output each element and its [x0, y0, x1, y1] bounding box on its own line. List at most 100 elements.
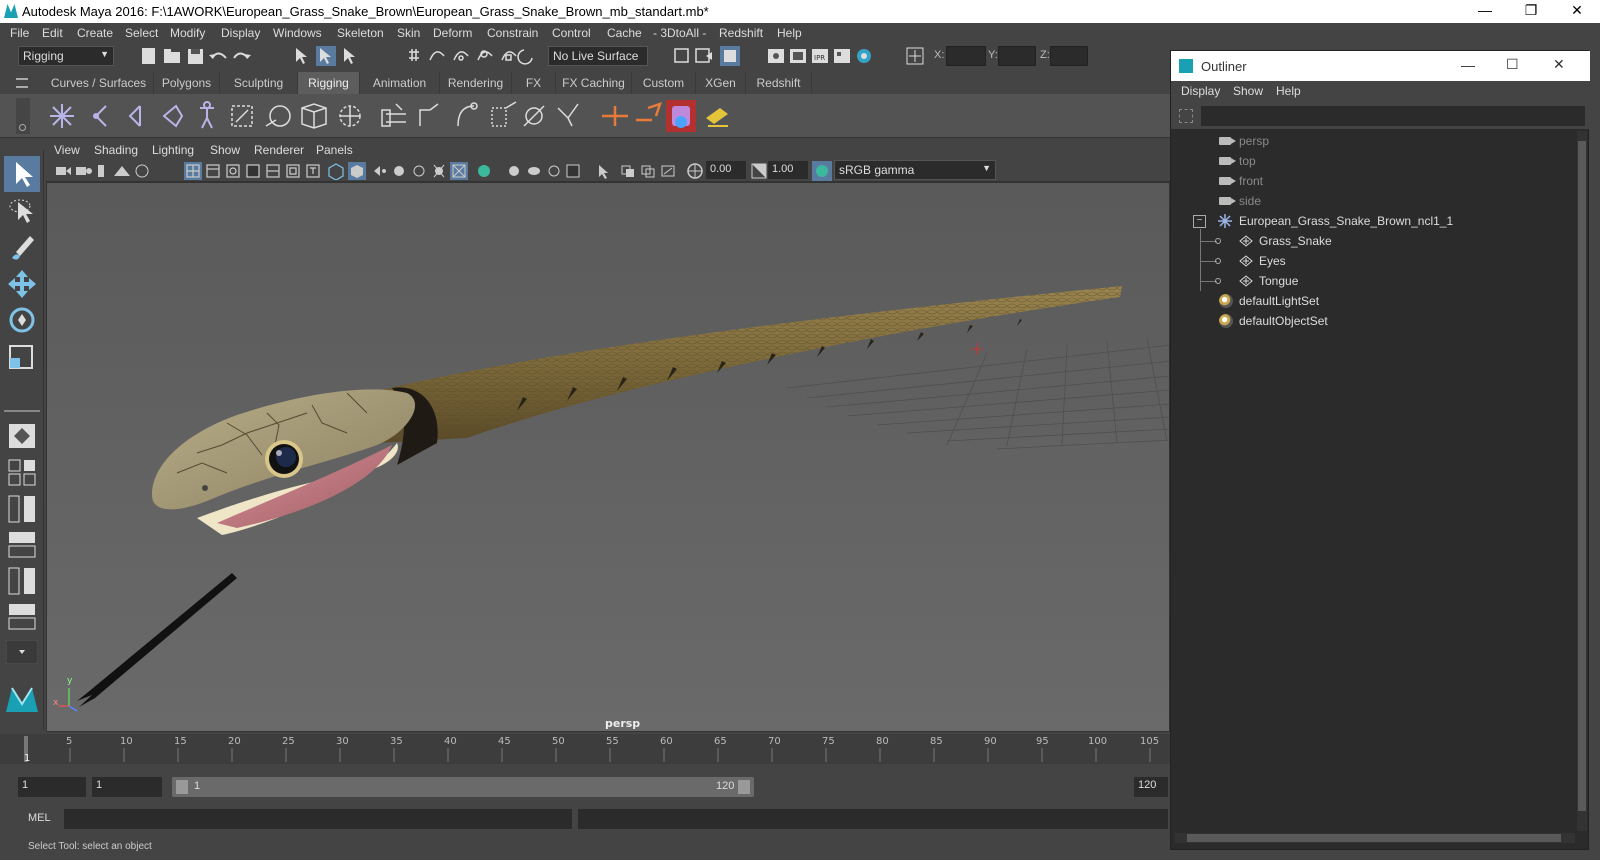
move-tool-icon[interactable]: [4, 268, 40, 300]
gamma-icon[interactable]: [750, 162, 768, 180]
menu-create[interactable]: Create: [77, 26, 113, 40]
outliner-menu-display[interactable]: Display: [1181, 84, 1220, 98]
menu-3dtoall[interactable]: - 3DtoAll -: [653, 26, 706, 40]
layout-persp-graph-icon[interactable]: [4, 528, 40, 560]
end-time-input[interactable]: 120: [1134, 777, 1168, 797]
rigging-tool-icons[interactable]: [44, 100, 784, 132]
range-end-handle[interactable]: [738, 780, 750, 794]
tab-fx[interactable]: FX: [512, 72, 556, 94]
range-start-handle[interactable]: [176, 780, 188, 794]
menu-file[interactable]: File: [10, 26, 29, 40]
render-icons[interactable]: IPR: [766, 46, 876, 66]
gamma-input[interactable]: 1.00: [768, 161, 808, 179]
collapse-icon[interactable]: −: [1193, 215, 1206, 228]
outliner-menu-show[interactable]: Show: [1233, 84, 1263, 98]
outliner-item-tongue[interactable]: Tongue: [1171, 271, 1571, 291]
panel-menu-show[interactable]: Show: [210, 143, 240, 157]
mel-command-input[interactable]: [64, 809, 572, 829]
outliner-vertical-scrollbar[interactable]: [1577, 131, 1587, 831]
horizontal-scroll-thumb[interactable]: [1187, 834, 1561, 842]
restore-button[interactable]: ❐: [1508, 2, 1554, 22]
menu-deform[interactable]: Deform: [433, 26, 472, 40]
minimize-button[interactable]: —: [1462, 2, 1508, 22]
menu-redshift[interactable]: Redshift: [719, 26, 763, 40]
outliner-item-grass-snake[interactable]: Grass_Snake: [1171, 231, 1571, 251]
outliner-close-button[interactable]: ✕: [1553, 56, 1565, 73]
panel-menu-lighting[interactable]: Lighting: [152, 143, 194, 157]
color-space-dropdown[interactable]: sRGB gamma ▼: [834, 160, 996, 180]
outliner-item-front[interactable]: front: [1171, 171, 1571, 191]
time-slider-ruler[interactable]: 5 10 15 20 25 30 35 40 45 50 55 60 65 70…: [0, 734, 1170, 764]
tab-custom[interactable]: Custom: [632, 72, 696, 94]
menu-cache[interactable]: Cache: [607, 26, 642, 40]
select-tool-icon[interactable]: [4, 156, 40, 192]
perspective-viewport[interactable]: y x persp: [46, 182, 1170, 732]
close-button[interactable]: ✕: [1554, 2, 1600, 22]
selection-mode-icons[interactable]: [292, 46, 364, 66]
outliner-horizontal-scrollbar[interactable]: [1175, 833, 1575, 843]
tab-sculpting[interactable]: Sculpting: [220, 72, 298, 94]
tab-animation[interactable]: Animation: [360, 72, 440, 94]
outliner-item-default-light-set[interactable]: defaultLightSet: [1171, 291, 1571, 311]
lasso-tool-icon[interactable]: [4, 196, 40, 228]
filter-icon[interactable]: [1179, 109, 1193, 123]
scale-tool-icon[interactable]: [4, 340, 40, 372]
range-slider[interactable]: 1 120: [172, 777, 754, 797]
z-coordinate-input[interactable]: [1050, 46, 1088, 66]
menu-constrain[interactable]: Constrain: [487, 26, 538, 40]
live-surface-field[interactable]: No Live Surface: [548, 46, 648, 66]
tab-fx-caching[interactable]: FX Caching: [556, 72, 632, 94]
outliner-search-input[interactable]: [1201, 106, 1585, 126]
panel-menu-shading[interactable]: Shading: [94, 143, 138, 157]
time-slider[interactable]: 5 10 15 20 25 30 35 40 45 50 55 60 65 70…: [0, 734, 1170, 764]
layout-custom-icon[interactable]: [4, 600, 40, 632]
outliner-item-default-object-set[interactable]: defaultObjectSet: [1171, 311, 1571, 331]
menu-skeleton[interactable]: Skeleton: [337, 26, 384, 40]
outliner-item-snake-group[interactable]: − European_Grass_Snake_Brown_ncl1_1: [1171, 211, 1571, 231]
file-tools-icons[interactable]: [140, 46, 260, 66]
outliner-item-persp[interactable]: persp: [1171, 131, 1571, 151]
maya-home-icon[interactable]: [4, 682, 40, 716]
panel-menu-view[interactable]: View: [54, 143, 80, 157]
menu-help[interactable]: Help: [777, 26, 802, 40]
menu-set-dropdown[interactable]: Rigging ▼: [18, 46, 114, 66]
vertical-scroll-thumb[interactable]: [1578, 141, 1586, 811]
history-icons[interactable]: [672, 46, 742, 66]
tab-curves-surfaces[interactable]: Curves / Surfaces: [44, 72, 154, 94]
outliner-maximize-button[interactable]: ☐: [1506, 56, 1519, 73]
tab-rigging[interactable]: Rigging: [298, 72, 360, 94]
outliner-menu-help[interactable]: Help: [1276, 84, 1301, 98]
paint-select-tool-icon[interactable]: [4, 232, 40, 264]
outliner-item-side[interactable]: side: [1171, 191, 1571, 211]
exposure-input[interactable]: 0.00: [706, 161, 746, 179]
menu-skin[interactable]: Skin: [397, 26, 420, 40]
layout-hypershade-icon[interactable]: [4, 564, 40, 596]
panel-toolbar-icons[interactable]: [54, 162, 684, 180]
exposure-icon[interactable]: [686, 162, 704, 180]
tab-redshift[interactable]: Redshift: [746, 72, 812, 94]
mel-label[interactable]: MEL: [28, 812, 51, 824]
start-time-input[interactable]: 1: [18, 777, 86, 797]
shelf-menu-icon[interactable]: [16, 78, 28, 88]
menu-modify[interactable]: Modify: [170, 26, 205, 40]
tab-rendering[interactable]: Rendering: [440, 72, 512, 94]
y-coordinate-input[interactable]: [998, 46, 1036, 66]
outliner-item-top[interactable]: top: [1171, 151, 1571, 171]
layout-single-icon[interactable]: [4, 420, 40, 452]
menu-select[interactable]: Select: [125, 26, 158, 40]
outliner-minimize-button[interactable]: —: [1461, 57, 1475, 73]
menu-windows[interactable]: Windows: [273, 26, 322, 40]
tab-polygons[interactable]: Polygons: [154, 72, 220, 94]
outliner-item-eyes[interactable]: Eyes: [1171, 251, 1571, 271]
snap-icons[interactable]: [406, 46, 538, 66]
menu-edit[interactable]: Edit: [42, 26, 63, 40]
toolbox-expand-icon[interactable]: [6, 640, 38, 664]
menu-control[interactable]: Control: [552, 26, 591, 40]
x-coordinate-input[interactable]: [946, 46, 986, 66]
playback-start-input[interactable]: 1: [92, 777, 162, 797]
shelf-options-icon[interactable]: [16, 98, 30, 134]
layout-four-icon[interactable]: [4, 456, 40, 488]
menu-display[interactable]: Display: [221, 26, 260, 40]
rotate-tool-icon[interactable]: [4, 304, 40, 336]
color-management-icon[interactable]: [812, 161, 832, 181]
